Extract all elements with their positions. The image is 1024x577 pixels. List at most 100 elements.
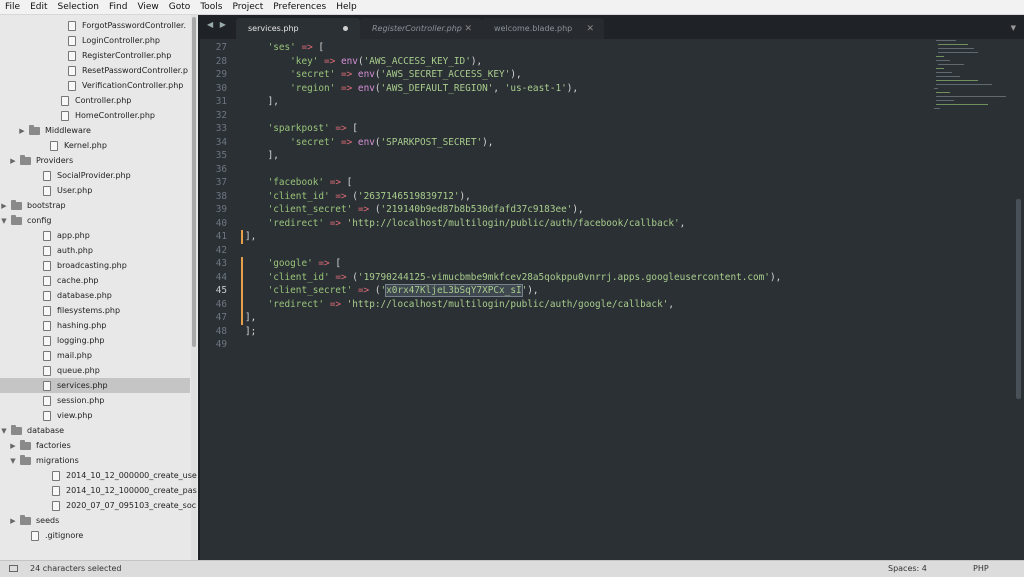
menu-item-view[interactable]: View xyxy=(132,0,163,14)
editor-scroll-thumb[interactable] xyxy=(1016,199,1021,399)
menu-item-file[interactable]: File xyxy=(0,0,25,14)
code-line[interactable]: 49 xyxy=(200,338,930,352)
tree-file[interactable]: logging.php xyxy=(0,333,190,348)
tree-file[interactable]: database.php xyxy=(0,288,190,303)
tree-file[interactable]: SocialProvider.php xyxy=(0,168,190,183)
chevron-right-icon[interactable]: ▶ xyxy=(9,442,17,450)
minimap[interactable] xyxy=(934,40,1010,120)
code-line[interactable]: 31 ], xyxy=(200,95,930,109)
tree-folder[interactable]: ▼ database xyxy=(0,423,190,438)
chevron-right-icon[interactable]: ▶ xyxy=(0,202,8,210)
tree-file[interactable]: VerificationController.php xyxy=(0,78,190,93)
tree-file[interactable]: User.php xyxy=(0,183,190,198)
chevron-right-icon[interactable]: ▶ xyxy=(9,517,17,525)
syntax-status[interactable]: PHP xyxy=(973,564,989,573)
tree-folder[interactable]: ▶ Providers xyxy=(0,153,190,168)
chevron-right-icon[interactable]: ▶ xyxy=(9,157,17,165)
code-line[interactable]: 29 'secret' => env('AWS_SECRET_ACCESS_KE… xyxy=(200,68,930,82)
modified-dot-icon[interactable] xyxy=(343,26,348,31)
tree-item-label: ResetPasswordController.p xyxy=(82,66,188,75)
tab-welcome-blade-php[interactable]: welcome.blade.php ✕ xyxy=(482,18,604,39)
file-icon xyxy=(43,320,51,331)
code-line[interactable]: 44 'client_id' => ('19790244125-vimucbmb… xyxy=(200,270,930,284)
tab-services-php[interactable]: services.php xyxy=(236,18,360,39)
tree-file[interactable]: ResetPasswordController.p xyxy=(0,63,190,78)
tree-file[interactable]: view.php xyxy=(0,408,190,423)
menu-item-goto[interactable]: Goto xyxy=(164,0,196,14)
tab-dropdown-icon[interactable]: ▼ xyxy=(1011,24,1016,32)
chevron-right-icon[interactable]: ▶ xyxy=(18,127,26,135)
code-line[interactable]: 48]; xyxy=(200,325,930,339)
sidebar-scroll-thumb[interactable] xyxy=(192,17,196,347)
tree-file[interactable]: queue.php xyxy=(0,363,190,378)
code-line[interactable]: 41], xyxy=(200,230,930,244)
tree-file[interactable]: ForgotPasswordController. xyxy=(0,18,190,33)
minimap-line xyxy=(934,108,940,109)
tree-file[interactable]: RegisterController.php xyxy=(0,48,190,63)
tab-nav-arrows-icon[interactable]: ◀ ▶ xyxy=(207,20,228,29)
tree-file[interactable]: app.php xyxy=(0,228,190,243)
tree-file[interactable]: broadcasting.php xyxy=(0,258,190,273)
code-line[interactable]: 42 xyxy=(200,244,930,258)
line-number: 47 xyxy=(215,312,227,323)
code-editor[interactable]: 27 'ses' => [28 'key' => env('AWS_ACCESS… xyxy=(200,39,1024,560)
file-icon xyxy=(43,185,51,196)
tree-file[interactable]: .gitignore xyxy=(0,528,190,543)
code-line[interactable]: 34 'secret' => env('SPARKPOST_SECRET'), xyxy=(200,136,930,150)
tree-file[interactable]: 2020_07_07_095103_create_soc xyxy=(0,498,196,513)
code-line[interactable]: 30 'region' => env('AWS_DEFAULT_REGION',… xyxy=(200,82,930,96)
tree-folder[interactable]: ▼ config xyxy=(0,213,190,228)
indentation-status[interactable]: Spaces: 4 xyxy=(888,564,927,573)
code-line[interactable]: 27 'ses' => [ xyxy=(200,41,930,55)
chevron-down-icon[interactable]: ▼ xyxy=(0,427,8,435)
menu-item-selection[interactable]: Selection xyxy=(53,0,104,14)
tree-folder[interactable]: ▶ seeds xyxy=(0,513,190,528)
tree-file[interactable]: filesystems.php xyxy=(0,303,190,318)
tree-file[interactable]: 2014_10_12_000000_create_use xyxy=(0,468,197,483)
menu-item-preferences[interactable]: Preferences xyxy=(268,0,331,14)
menu-item-help[interactable]: Help xyxy=(331,0,362,14)
code-line[interactable]: 36 xyxy=(200,163,930,177)
tree-folder[interactable]: ▼ migrations xyxy=(0,453,190,468)
code-line[interactable]: 38 'client_id' => ('2637146519839712'), xyxy=(200,190,930,204)
tree-file[interactable]: auth.php xyxy=(0,243,190,258)
tree-folder[interactable]: ▶ factories xyxy=(0,438,190,453)
code-line[interactable]: 37 'facebook' => [ xyxy=(200,176,930,190)
panel-toggle-icon[interactable] xyxy=(9,565,18,572)
tree-file[interactable]: session.php xyxy=(0,393,190,408)
chevron-down-icon[interactable]: ▼ xyxy=(9,457,17,465)
menu-item-project[interactable]: Project xyxy=(227,0,268,14)
code-line[interactable]: 46 'redirect' => 'http://localhost/multi… xyxy=(200,297,930,311)
editor-scrollbar[interactable] xyxy=(1014,39,1024,560)
code-line[interactable]: 45 'client_secret' => ('x0rx47KljeL3bSqY… xyxy=(200,284,930,298)
tree-file[interactable]: HomeController.php xyxy=(0,108,190,123)
tree-file[interactable]: cache.php xyxy=(0,273,190,288)
close-icon[interactable]: ✕ xyxy=(586,24,594,34)
tab-registercontroller-php[interactable]: RegisterController.php ✕ xyxy=(360,18,482,39)
close-icon[interactable]: ✕ xyxy=(464,24,472,34)
tree-file[interactable]: mail.php xyxy=(0,348,190,363)
menu-item-find[interactable]: Find xyxy=(104,0,132,14)
code-line[interactable]: 40 'redirect' => 'http://localhost/multi… xyxy=(200,217,930,231)
folder-icon xyxy=(11,424,22,435)
menu-item-tools[interactable]: Tools xyxy=(195,0,227,14)
chevron-down-icon[interactable]: ▼ xyxy=(0,217,8,225)
code-line[interactable]: 47], xyxy=(200,311,930,325)
tree-file[interactable]: services.php xyxy=(0,378,190,393)
tree-file[interactable]: LoginController.php xyxy=(0,33,190,48)
tree-folder[interactable]: ▶ Middleware xyxy=(0,123,190,138)
menu-item-edit[interactable]: Edit xyxy=(25,0,52,14)
tree-file[interactable]: Kernel.php xyxy=(0,138,190,153)
code-line[interactable]: 35 ], xyxy=(200,149,930,163)
tree-file[interactable]: hashing.php xyxy=(0,318,190,333)
code-line[interactable]: 32 xyxy=(200,109,930,123)
tree-file[interactable]: 2014_10_12_100000_create_pas xyxy=(0,483,197,498)
code-token: 'http://localhost/multilogin/public/auth… xyxy=(346,217,680,229)
code-line[interactable]: 43 'google' => [ xyxy=(200,257,930,271)
code-line[interactable]: 33 'sparkpost' => [ xyxy=(200,122,930,136)
code-line[interactable]: 39 'client_secret' => ('219140b9ed87b8b5… xyxy=(200,203,930,217)
tree-file[interactable]: Controller.php xyxy=(0,93,190,108)
code-line[interactable]: 28 'key' => env('AWS_ACCESS_KEY_ID'), xyxy=(200,55,930,69)
tree-folder[interactable]: ▶ bootstrap xyxy=(0,198,190,213)
